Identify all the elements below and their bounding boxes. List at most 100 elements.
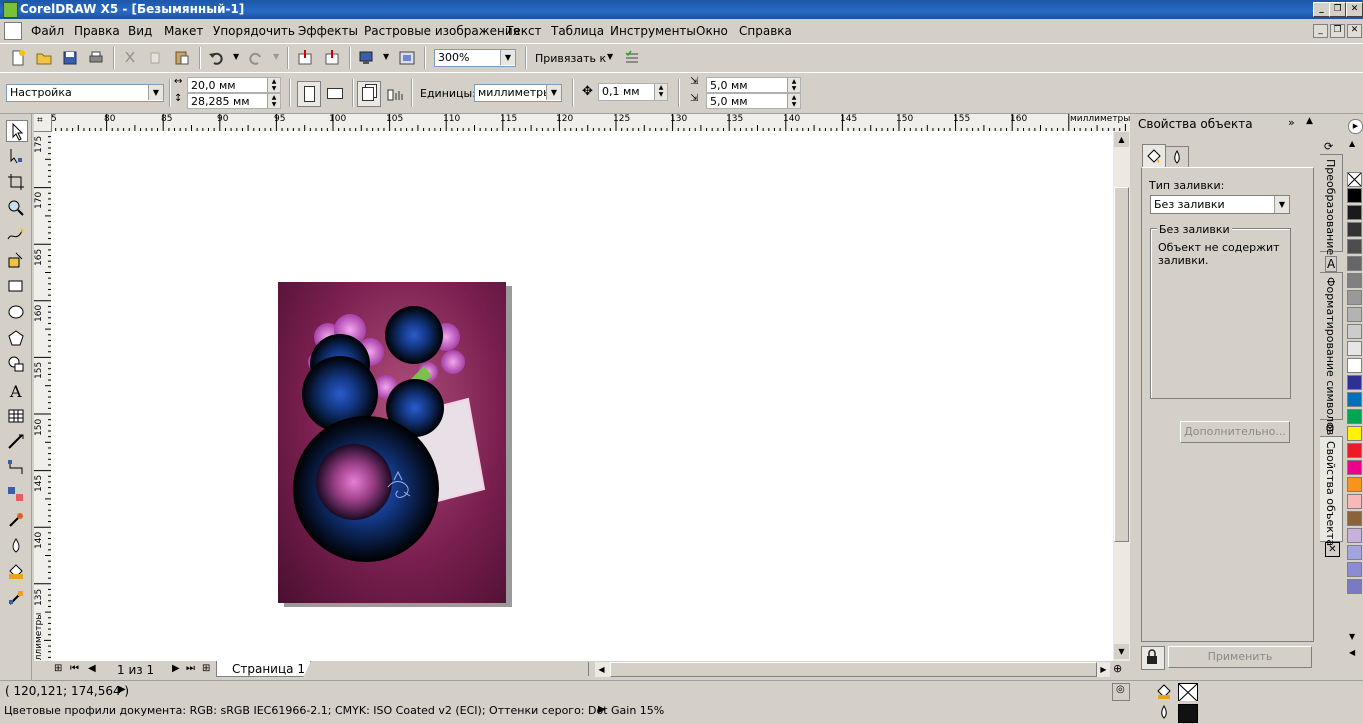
eyedropper-tool-icon[interactable] bbox=[6, 510, 26, 530]
zoom-tool-icon[interactable] bbox=[6, 198, 26, 218]
redo-icon[interactable] bbox=[247, 49, 265, 67]
add-page-before-icon[interactable]: ⊞ bbox=[54, 663, 62, 674]
palette-swatch[interactable] bbox=[1347, 528, 1362, 543]
palette-swatch[interactable] bbox=[1347, 256, 1362, 271]
ellipse-tool-icon[interactable] bbox=[6, 302, 26, 322]
snap-dropdown-icon[interactable]: ▼ bbox=[607, 52, 613, 61]
palette-swatch[interactable] bbox=[1347, 511, 1362, 526]
export-icon[interactable] bbox=[323, 49, 341, 67]
palette-swatch[interactable] bbox=[1347, 375, 1362, 390]
palette-swatch[interactable] bbox=[1347, 545, 1362, 560]
palette-swatch[interactable] bbox=[1347, 409, 1362, 424]
close-button[interactable]: ✕ bbox=[1346, 2, 1363, 17]
color-profiles-text[interactable]: Цветовые профили документа: RGB: sRGB IE… bbox=[4, 704, 664, 717]
menu-file[interactable]: Файл bbox=[31, 24, 64, 38]
palette-scroll-down-icon[interactable]: ▼ bbox=[1349, 632, 1355, 641]
fill-type-select[interactable]: Без заливки ▼ bbox=[1150, 195, 1290, 214]
scroll-right-icon[interactable]: ▶ bbox=[1097, 662, 1110, 677]
application-launcher-icon[interactable] bbox=[357, 49, 375, 67]
doc-minimize-button[interactable]: _ bbox=[1313, 24, 1328, 38]
scroll-left-icon[interactable]: ◀ bbox=[595, 662, 608, 677]
all-pages-button[interactable] bbox=[357, 81, 381, 107]
palette-swatch[interactable] bbox=[1347, 290, 1362, 305]
spinner-icon[interactable]: ▲ ▼ bbox=[787, 94, 800, 108]
page-height-field[interactable]: 28,285 мм ▲ ▼ bbox=[187, 93, 281, 109]
status-expand-icon[interactable]: ▶ bbox=[118, 684, 126, 695]
nudge-distance-field[interactable]: 0,1 мм ▲ ▼ bbox=[598, 83, 668, 101]
last-page-icon[interactable]: ⏭ bbox=[186, 663, 195, 674]
vertical-ruler[interactable]: 175 170 165 160 155 150 145 140 135 милл… bbox=[34, 131, 52, 661]
scroll-up-icon[interactable]: ▲ bbox=[1114, 132, 1129, 147]
spinner-icon[interactable]: ▲ ▼ bbox=[787, 78, 800, 92]
minimize-button[interactable]: _ bbox=[1313, 2, 1330, 17]
print-icon[interactable] bbox=[87, 49, 105, 67]
palette-swatch[interactable] bbox=[1347, 477, 1362, 492]
menu-help[interactable]: Справка bbox=[739, 24, 792, 38]
menu-edit[interactable]: Правка bbox=[74, 24, 120, 38]
restore-button[interactable]: ❐ bbox=[1329, 2, 1346, 17]
palette-swatch[interactable] bbox=[1347, 460, 1362, 475]
portrait-orientation-button[interactable] bbox=[297, 81, 321, 107]
palette-swatch[interactable] bbox=[1347, 494, 1362, 509]
horizontal-scrollbar[interactable]: ◀ ▶ bbox=[595, 662, 1110, 677]
menu-view[interactable]: Вид bbox=[128, 24, 152, 38]
palette-swatch[interactable] bbox=[1347, 188, 1362, 203]
horizontal-scroll-thumb[interactable] bbox=[610, 662, 1097, 677]
copy-icon[interactable] bbox=[147, 49, 165, 67]
redo-dropdown-icon[interactable]: ▼ bbox=[273, 52, 279, 61]
crop-tool-icon[interactable] bbox=[6, 172, 26, 192]
import-icon[interactable] bbox=[296, 49, 314, 67]
close-dockers-icon[interactable]: ✕ bbox=[1325, 542, 1340, 557]
add-page-after-icon[interactable]: ⊞ bbox=[202, 663, 210, 674]
welcome-screen-icon[interactable] bbox=[398, 49, 416, 67]
menu-bitmaps[interactable]: Растровые изображения bbox=[364, 24, 520, 38]
polygon-tool-icon[interactable] bbox=[6, 328, 26, 348]
dimension-tool-icon[interactable] bbox=[6, 432, 26, 452]
outline-tab[interactable] bbox=[1165, 146, 1189, 169]
doc-restore-button[interactable]: ❐ bbox=[1330, 24, 1345, 38]
status-options-icon[interactable]: ◎ bbox=[1112, 683, 1130, 701]
save-icon[interactable] bbox=[61, 49, 79, 67]
text-tool-icon[interactable]: A bbox=[6, 380, 26, 400]
units-combo[interactable]: миллиметры ▼ bbox=[474, 84, 562, 102]
fill-tab[interactable] bbox=[1142, 144, 1166, 169]
docker-expand-icon[interactable]: » bbox=[1288, 116, 1295, 129]
palette-swatch[interactable] bbox=[1347, 426, 1362, 441]
duplicate-distance-y-field[interactable]: 5,0 мм ▲ ▼ bbox=[706, 93, 801, 109]
menu-table[interactable]: Таблица bbox=[551, 24, 604, 38]
palette-swatch[interactable] bbox=[1347, 358, 1362, 373]
palette-swatch[interactable] bbox=[1347, 239, 1362, 254]
apply-button[interactable]: Применить bbox=[1168, 646, 1312, 668]
blend-tool-icon[interactable] bbox=[6, 484, 26, 504]
undo-dropdown-icon[interactable]: ▼ bbox=[233, 52, 239, 61]
tab-object-properties[interactable]: Свойства объекта bbox=[1320, 436, 1343, 546]
palette-swatch[interactable] bbox=[1347, 324, 1362, 339]
cut-icon[interactable] bbox=[121, 49, 139, 67]
shape-tool-icon[interactable] bbox=[6, 146, 26, 166]
menu-window[interactable]: Окно bbox=[696, 24, 728, 38]
document-icon[interactable] bbox=[4, 22, 22, 40]
doc-close-button[interactable]: ✕ bbox=[1347, 24, 1362, 38]
pick-tool-icon[interactable] bbox=[6, 120, 28, 142]
freehand-tool-icon[interactable] bbox=[6, 224, 26, 244]
tab-character-formatting[interactable]: Форматирование символов bbox=[1320, 272, 1343, 435]
artwork-page[interactable] bbox=[278, 282, 506, 603]
menu-layout[interactable]: Макет bbox=[164, 24, 203, 38]
tab-transform[interactable]: Преобразование bbox=[1320, 154, 1343, 255]
next-page-icon[interactable]: ▶ bbox=[172, 663, 180, 674]
menu-tools[interactable]: Инструменты bbox=[610, 24, 696, 38]
table-tool-icon[interactable] bbox=[6, 406, 26, 426]
coreldraw-app-icon[interactable] bbox=[3, 2, 18, 18]
open-icon[interactable] bbox=[35, 49, 53, 67]
ruler-origin[interactable]: ⌗ bbox=[34, 114, 52, 132]
previous-page-icon[interactable]: ◀ bbox=[88, 663, 96, 674]
fill-color-swatch[interactable] bbox=[1178, 683, 1198, 702]
horizontal-ruler[interactable]: 5 80 85 90 95 100 105 110 115 120 125 13… bbox=[34, 114, 1130, 132]
vertical-scroll-thumb[interactable] bbox=[1114, 187, 1129, 542]
advanced-button[interactable]: Дополнительно... bbox=[1180, 421, 1290, 443]
landscape-orientation-button[interactable] bbox=[324, 81, 346, 105]
tab-page-1[interactable]: Страница 1 bbox=[216, 661, 311, 677]
fill-tool-icon[interactable] bbox=[6, 562, 26, 582]
palette-scroll-up-icon[interactable]: ▲ bbox=[1349, 139, 1355, 148]
paste-icon[interactable] bbox=[173, 49, 191, 67]
